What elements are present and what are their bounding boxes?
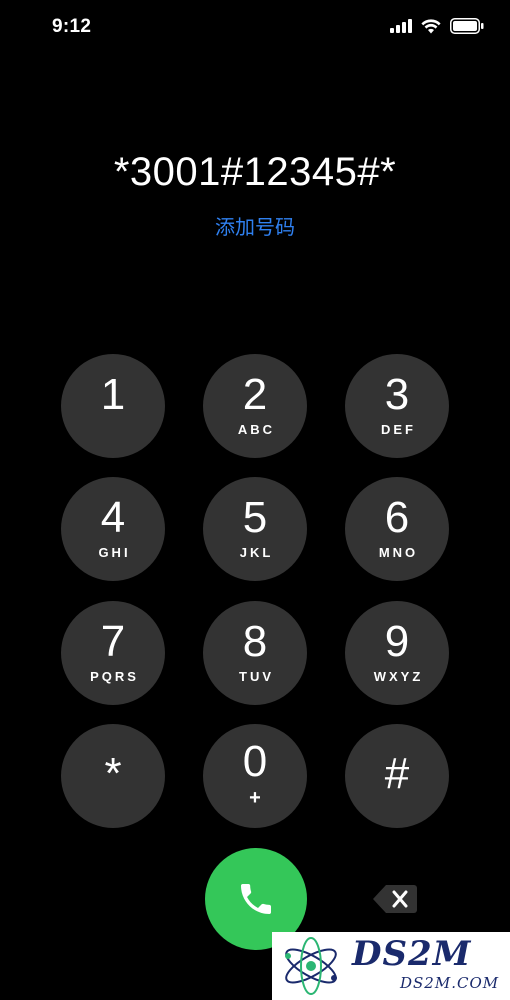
watermark-subtitle: DS2M.COM xyxy=(400,974,500,992)
key-digit: 9 xyxy=(384,617,410,666)
atom-logo-icon xyxy=(285,937,337,995)
key-digit: 0 xyxy=(242,737,268,786)
key-digit: 4 xyxy=(100,493,126,542)
watermark-title: DS2M xyxy=(352,934,472,974)
key-3[interactable]: 3 DEF xyxy=(345,354,449,458)
backspace-icon xyxy=(373,885,417,913)
key-7[interactable]: 7 PQRS xyxy=(61,601,165,705)
delete-button[interactable] xyxy=(372,882,418,916)
key-0[interactable]: 0 + xyxy=(203,724,307,828)
key-digit: 2 xyxy=(242,370,268,419)
key-5[interactable]: 5 JKL xyxy=(203,477,307,581)
key-digit: 6 xyxy=(384,493,410,542)
key-digit: 5 xyxy=(242,493,268,542)
key-digit: # xyxy=(384,749,410,798)
key-letters: PQRS xyxy=(90,669,139,684)
key-8[interactable]: 8 TUV xyxy=(203,601,307,705)
key-digit: 1 xyxy=(100,370,126,419)
key-digit: * xyxy=(104,749,122,798)
key-letters: MNO xyxy=(378,545,419,560)
key-digit: 3 xyxy=(384,370,410,419)
phone-icon xyxy=(241,884,271,914)
key-9[interactable]: 9 WXYZ xyxy=(345,601,449,705)
watermark: DS2M DS2M.COM xyxy=(272,932,510,1000)
key-letters: JKL xyxy=(239,545,274,560)
key-hash[interactable]: # xyxy=(345,724,449,828)
key-letters: TUV xyxy=(239,669,274,684)
key-4[interactable]: 4 GHI xyxy=(61,477,165,581)
key-digit: 8 xyxy=(242,617,268,666)
key-letters: GHI xyxy=(98,545,131,560)
key-6[interactable]: 6 MNO xyxy=(345,477,449,581)
key-1[interactable]: 1 xyxy=(61,354,165,458)
key-2[interactable]: 2 ABC xyxy=(203,354,307,458)
key-letters: ABC xyxy=(237,422,276,437)
key-letters: + xyxy=(249,787,261,809)
key-star[interactable]: * xyxy=(61,724,165,828)
key-letters: WXYZ xyxy=(373,669,424,684)
key-digit: 7 xyxy=(100,617,126,666)
key-letters: DEF xyxy=(381,422,416,437)
